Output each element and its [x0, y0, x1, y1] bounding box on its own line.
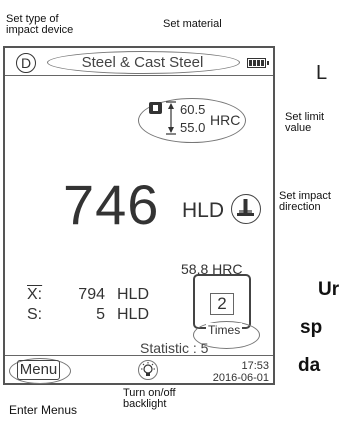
annotation-backlight-line2: backlight: [123, 398, 167, 410]
mean-value: 794: [78, 286, 105, 303]
annotation-set-type: Set type of impact device: [6, 14, 73, 36]
annotation-enter-menus: Enter Menus: [9, 403, 78, 417]
clock-date: 2016-06-01: [212, 372, 269, 384]
annotation-set-material: Set material: [163, 18, 222, 30]
mean-unit: HLD: [117, 286, 150, 303]
sd-value: 5: [96, 306, 105, 323]
limit-lower-value: 55.0: [180, 120, 206, 135]
times-count: 2: [210, 293, 234, 315]
statistic-label: Statistic : 5: [140, 340, 209, 356]
limit-unit: HRC: [210, 112, 241, 128]
annotation-set-type-line2: impact device: [6, 24, 74, 36]
top-divider: [5, 75, 273, 76]
limit-toggle-icon[interactable]: [149, 102, 162, 114]
sd-unit: HLD: [117, 306, 150, 323]
impact-device-type-button[interactable]: D: [16, 53, 36, 73]
side-text-line3: da: [298, 355, 321, 376]
mean-label: X:: [27, 287, 42, 303]
clock-time: 17:53: [241, 360, 269, 372]
device-screen: D Steel & Cast Steel 60.5 55.0 HRC 746 H…: [3, 46, 275, 385]
material-button[interactable]: Steel & Cast Steel: [52, 54, 233, 71]
mean-symbol: X:: [27, 286, 43, 303]
main-reading-unit: HLD: [182, 199, 225, 222]
annotation-set-impact: Set impact direction: [279, 191, 331, 213]
annotation-backlight: Turn on/off backlight: [123, 388, 176, 410]
side-text-line2: sp: [300, 317, 323, 338]
bottom-divider: [5, 355, 273, 356]
annotation-set-impact-line2: direction: [279, 201, 321, 213]
battery-icon: [247, 58, 269, 68]
menu-button[interactable]: Menu: [17, 360, 60, 380]
limit-range-icon: [166, 101, 176, 135]
backlight-button[interactable]: [138, 360, 158, 380]
side-letter: L: [316, 62, 328, 84]
times-label: Times: [206, 323, 243, 337]
lightbulb-icon: [141, 362, 155, 376]
annotation-set-limit-line2: value: [285, 122, 312, 134]
impact-direction-icon: [237, 199, 254, 216]
impact-direction-button[interactable]: [231, 194, 261, 224]
sd-label: S:: [27, 306, 43, 323]
limit-upper-value: 60.5: [180, 102, 206, 117]
main-reading-value: 746: [63, 173, 160, 236]
annotation-set-limit: Set limit value: [285, 112, 324, 134]
side-text-line1: Ur: [318, 279, 340, 300]
